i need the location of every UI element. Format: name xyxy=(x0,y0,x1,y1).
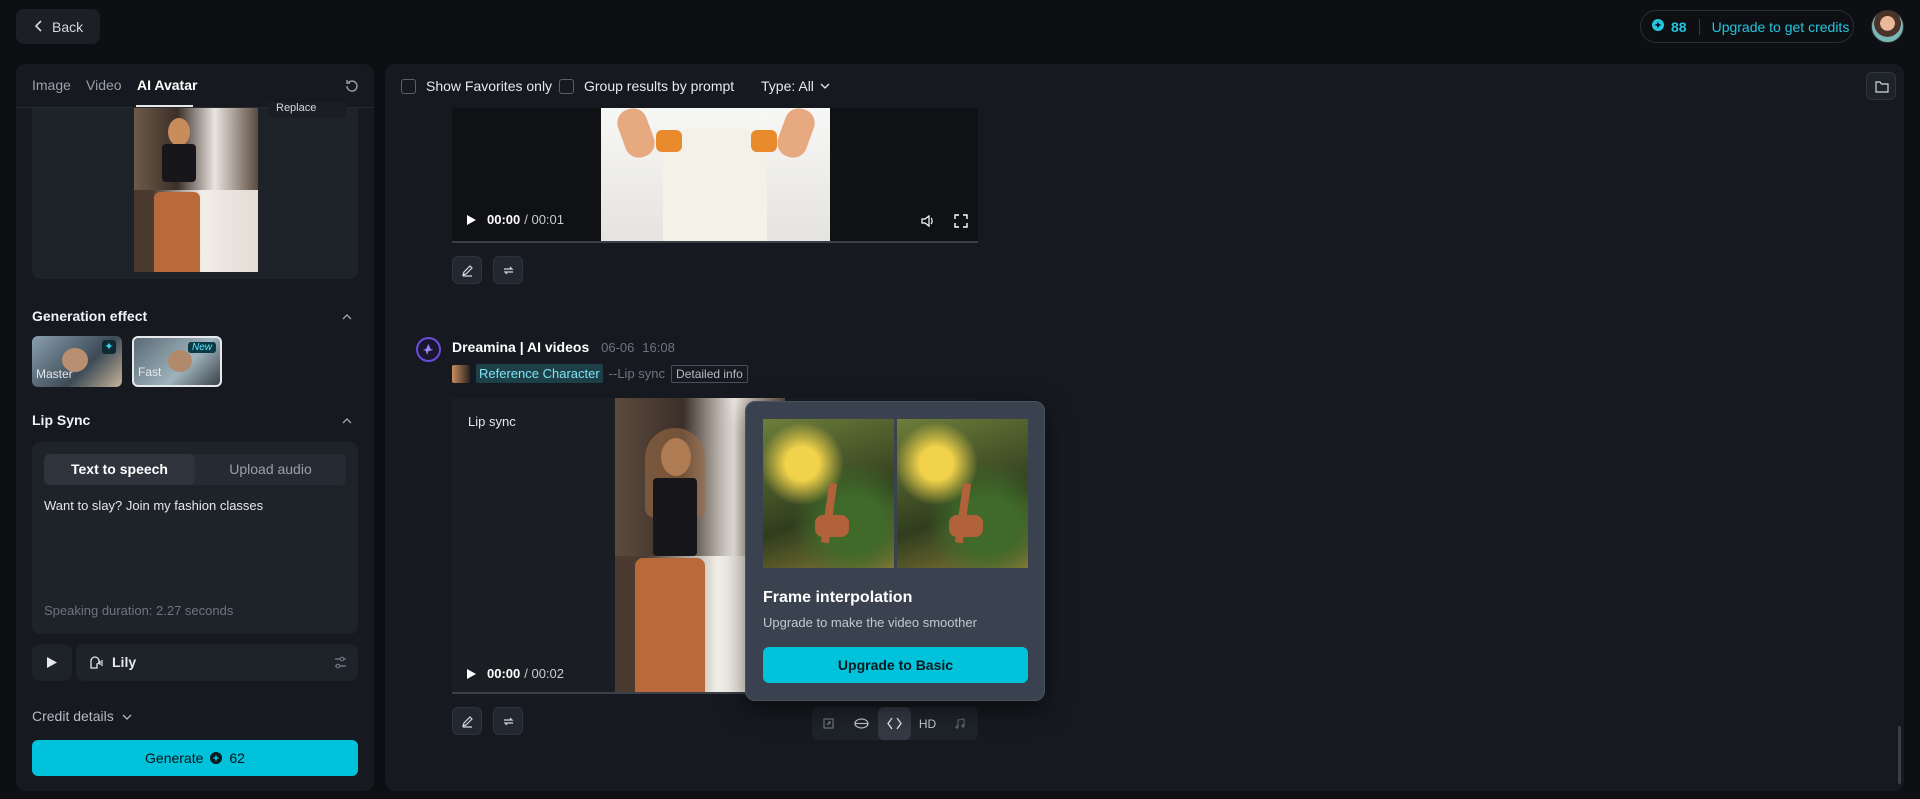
voice-select[interactable]: Lily xyxy=(76,644,358,681)
frame-interpolation-tool-button[interactable] xyxy=(878,707,911,740)
preview-voice-button[interactable] xyxy=(32,644,72,681)
edit-button[interactable] xyxy=(452,707,482,735)
tab-video[interactable]: Video xyxy=(86,77,122,93)
reference-image xyxy=(134,108,258,272)
upscale-icon xyxy=(823,718,834,729)
chevron-left-icon xyxy=(34,19,44,35)
upscale-tool-button[interactable] xyxy=(812,707,845,740)
folder-icon xyxy=(1875,81,1889,93)
generation-effect-title: Generation effect xyxy=(32,308,148,324)
refresh-icon[interactable] xyxy=(344,78,360,94)
chevron-up-icon[interactable] xyxy=(340,414,354,428)
replace-button[interactable]: Replace xyxy=(268,102,346,118)
generation-tags: Reference Character --Lip sync Detailed … xyxy=(452,364,748,383)
play-icon xyxy=(467,214,476,225)
regenerate-button[interactable] xyxy=(493,707,523,735)
detailed-info-button[interactable]: Detailed info xyxy=(671,364,748,383)
interpolation-preview-after xyxy=(897,419,1028,568)
video-time: 00:00 / 00:02 xyxy=(466,666,564,681)
video-action-toolbar: HD xyxy=(812,707,978,740)
speech-text-input[interactable]: Want to slay? Join my fashion classes xyxy=(44,498,263,513)
pill-divider xyxy=(1698,18,1700,35)
tab-image[interactable]: Image xyxy=(32,77,71,93)
lip-sync-tool-button[interactable] xyxy=(845,707,878,740)
upgrade-to-basic-button[interactable]: Upgrade to Basic xyxy=(763,647,1028,683)
interpolation-icon xyxy=(887,717,902,730)
lips-icon xyxy=(854,718,869,729)
lip-sync-box: Text to speech Upload audio Want to slay… xyxy=(32,442,358,634)
effect-card-label: Fast xyxy=(138,365,162,379)
tab-ai-avatar[interactable]: AI Avatar xyxy=(137,77,197,93)
back-button[interactable]: Back xyxy=(16,9,100,44)
credit-details-toggle[interactable]: Credit details xyxy=(32,708,132,724)
pencil-icon xyxy=(462,716,473,728)
speaking-duration: Speaking duration: 2.27 seconds xyxy=(44,603,234,618)
voice-name: Lily xyxy=(112,654,137,670)
regenerate-button[interactable] xyxy=(493,256,523,284)
reference-thumbnail xyxy=(452,364,470,383)
pencil-icon xyxy=(462,265,473,277)
repeat-icon xyxy=(503,717,514,726)
lip-sync-tag: --Lip sync xyxy=(608,366,666,381)
type-filter-dropdown[interactable]: Type: All xyxy=(761,78,830,94)
tab-text-to-speech[interactable]: Text to speech xyxy=(44,454,195,485)
chevron-up-icon[interactable] xyxy=(340,310,354,324)
active-tab-indicator xyxy=(136,105,193,107)
hd-tool-button[interactable]: HD xyxy=(911,707,944,740)
group-filter[interactable]: Group results by prompt xyxy=(559,78,734,94)
video-player-1[interactable]: 00:00 / 00:01 xyxy=(452,108,978,243)
interpolation-preview-before xyxy=(763,419,894,568)
chevron-down-icon xyxy=(820,83,830,89)
left-panel: Image Video AI Avatar Replace Generation… xyxy=(16,64,374,791)
lip-sync-mode-switch: Text to speech Upload audio xyxy=(44,454,346,485)
voice-icon xyxy=(90,656,103,669)
video-time: 00:00 / 00:01 xyxy=(466,212,564,227)
effect-card-fast[interactable]: New Fast xyxy=(132,336,222,387)
credit-coin-icon xyxy=(210,752,223,764)
popover-subtitle: Upgrade to make the video smoother xyxy=(763,615,977,630)
volume-icon xyxy=(921,214,933,228)
popover-title: Frame interpolation xyxy=(763,589,913,606)
back-label: Back xyxy=(52,18,84,35)
credit-coin-icon xyxy=(1651,18,1665,35)
credits-pill[interactable]: 88 Upgrade to get credits xyxy=(1640,10,1854,43)
play-icon xyxy=(467,668,476,679)
avatar[interactable] xyxy=(1871,10,1904,43)
results-panel: Show Favorites only Group results by pro… xyxy=(385,64,1904,791)
edit-button[interactable] xyxy=(452,256,482,284)
group-checkbox[interactable] xyxy=(559,78,574,94)
video-label: Lip sync xyxy=(468,414,516,429)
favorites-checkbox[interactable] xyxy=(401,78,416,94)
lip-sync-title: Lip Sync xyxy=(32,412,91,428)
play-icon xyxy=(47,657,57,668)
favorites-filter[interactable]: Show Favorites only xyxy=(401,78,552,94)
fullscreen-icon xyxy=(954,214,968,228)
credit-count: 88 xyxy=(1671,18,1687,35)
repeat-icon xyxy=(503,266,514,275)
effect-card-label: Master xyxy=(36,367,73,381)
results-scrollbar[interactable] xyxy=(1898,726,1901,784)
tab-upload-audio[interactable]: Upload audio xyxy=(195,454,346,485)
upgrade-credits-link[interactable]: Upgrade to get credits xyxy=(1712,19,1850,35)
reference-character-tag[interactable]: Reference Character xyxy=(476,364,603,383)
generation-header: Dreamina | AI videos 06-06 16:08 xyxy=(452,339,675,355)
chevron-down-icon xyxy=(122,714,132,720)
new-badge: New xyxy=(187,342,216,353)
settings-sliders-icon xyxy=(335,656,346,669)
frame-interpolation-popover: Frame interpolation Upgrade to make the … xyxy=(745,401,1045,701)
sparkle-icon: ✦ xyxy=(102,340,116,354)
video-frame xyxy=(601,108,830,243)
dreamina-logo-icon xyxy=(416,337,441,362)
folder-button[interactable] xyxy=(1866,72,1896,100)
effect-card-master[interactable]: ✦ Master xyxy=(32,336,122,387)
generate-button[interactable]: Generate 62 xyxy=(32,740,358,776)
music-icon xyxy=(955,718,965,729)
audio-tool-button[interactable] xyxy=(944,707,977,740)
